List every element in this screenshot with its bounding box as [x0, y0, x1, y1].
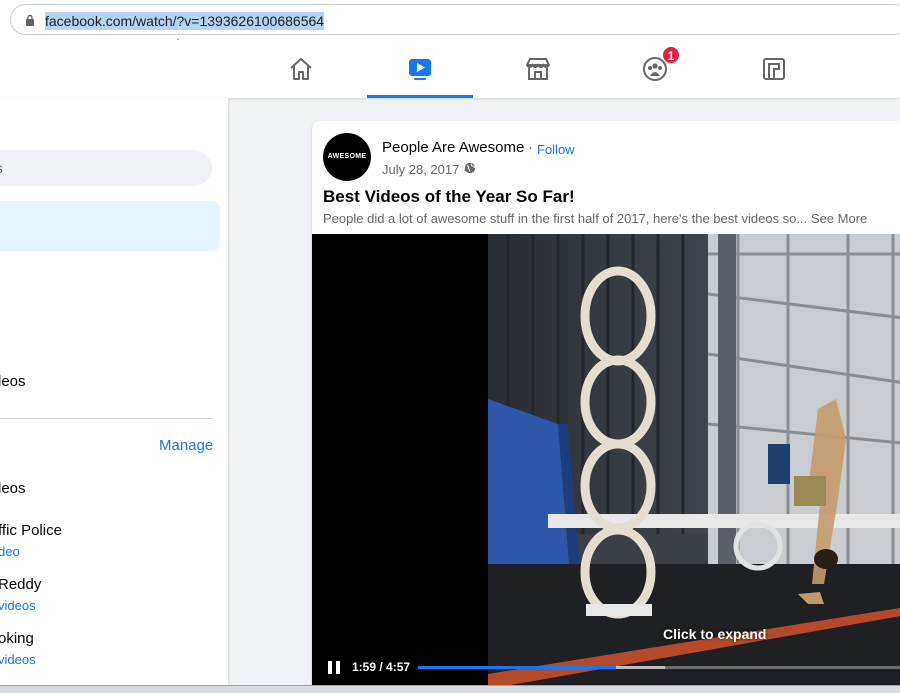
browser-chrome: facebook.com/watch/?v=1393626100686564 — [0, 0, 900, 40]
tab-marketplace[interactable] — [485, 40, 591, 98]
description-text: People did a lot of awesome stuff in the… — [323, 211, 808, 226]
globe-icon — [464, 162, 476, 174]
following-item-name[interactable]: Reddy — [0, 576, 41, 593]
search-placeholder: os — [0, 160, 3, 176]
video-play-icon — [409, 59, 431, 80]
notification-badge: 1 — [662, 46, 680, 64]
following-item-name[interactable]: leos — [0, 480, 26, 497]
video-post-card: AWESOME People Are Awesome · Follow July… — [312, 121, 900, 693]
watch-sidebar: os leos Manage leos ffic Police deo Redd… — [0, 98, 228, 693]
following-item-sub: videos — [0, 652, 36, 667]
progress-bar[interactable] — [418, 666, 900, 669]
click-to-expand-overlay[interactable]: Click to expand — [663, 626, 766, 642]
post-description: People did a lot of awesome stuff in the… — [323, 211, 867, 226]
gaming-icon — [763, 58, 785, 80]
video-time: 1:59 / 4:57 — [352, 660, 411, 674]
store-icon — [526, 58, 550, 80]
url-text[interactable]: facebook.com/watch/?v=1393626100686564 — [45, 12, 325, 30]
page-name-link[interactable]: People Are Awesome — [382, 139, 524, 156]
video-frame-image — [488, 234, 900, 689]
avatar-logo-text: AWESOME — [327, 153, 367, 160]
follow-button[interactable]: Follow — [537, 142, 575, 157]
video-controls: 1:59 / 4:57 — [312, 652, 900, 682]
following-item-name[interactable]: ffic Police — [0, 522, 62, 539]
manage-link[interactable]: Manage — [159, 437, 213, 454]
following-item-name[interactable]: oking — [0, 630, 34, 647]
post-title: Best Videos of the Year So Far! — [323, 187, 575, 206]
lock-icon — [26, 14, 34, 26]
following-item-sub: deo — [0, 544, 20, 559]
os-taskbar — [0, 685, 900, 693]
tab-gaming[interactable] — [721, 40, 827, 98]
sidebar-item-saved-videos[interactable]: leos — [0, 373, 26, 390]
sidebar-item-home-active[interactable] — [0, 201, 220, 251]
name-separator: · — [528, 139, 533, 156]
home-icon — [290, 58, 312, 80]
pause-icon[interactable] — [328, 661, 340, 674]
post-date[interactable]: July 28, 2017 · — [382, 162, 467, 177]
top-navigation: 1 — [0, 40, 900, 98]
address-bar[interactable]: facebook.com/watch/?v=1393626100686564 — [10, 4, 900, 35]
sidebar-divider — [0, 418, 212, 419]
following-item-sub: videos — [0, 598, 36, 613]
video-player[interactable]: Click to expand 1:59 / 4:57 — [312, 234, 900, 689]
tab-watch[interactable] — [367, 40, 473, 98]
page-avatar[interactable]: AWESOME — [323, 133, 371, 181]
see-more-link[interactable]: See More — [811, 211, 867, 226]
tab-home[interactable] — [248, 40, 354, 98]
played-bar — [418, 666, 616, 669]
tab-groups[interactable]: 1 — [602, 40, 708, 98]
search-videos-input[interactable]: os — [0, 150, 212, 186]
